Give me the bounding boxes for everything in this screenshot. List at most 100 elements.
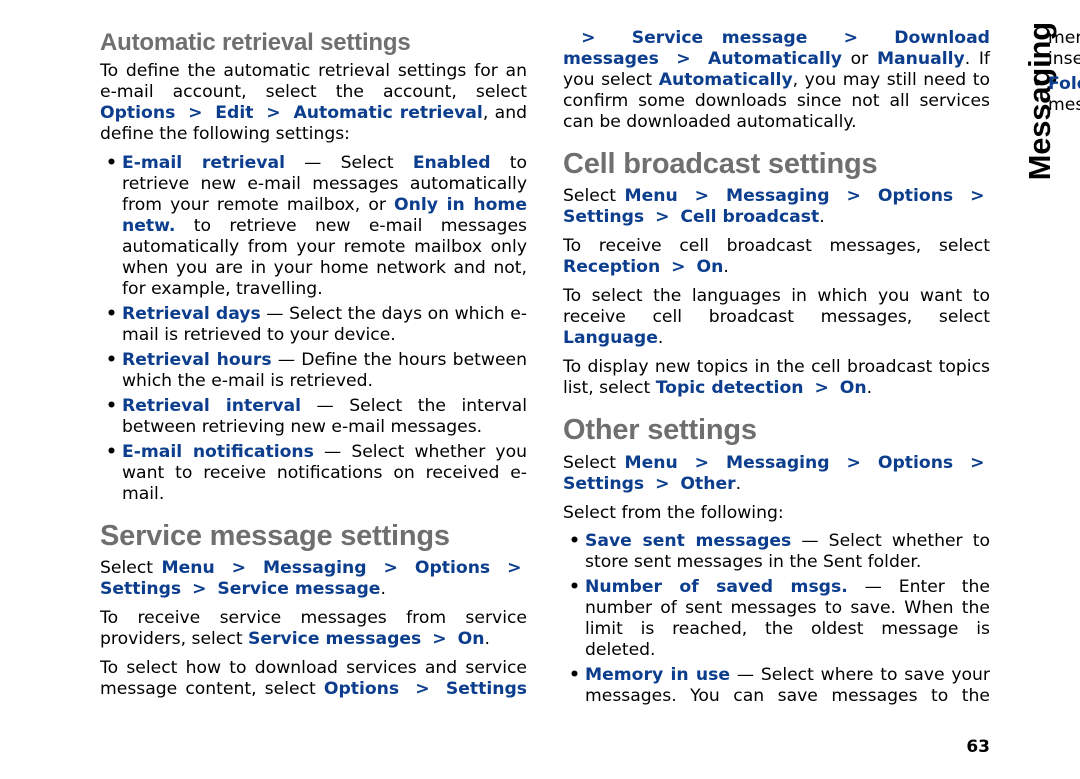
chevron-right-icon: > (266, 103, 280, 123)
cell-broadcast-label: Cell broadcast (680, 207, 819, 227)
term-retrieval-hours: Retrieval hours (122, 350, 272, 370)
chevron-right-icon: > (676, 49, 690, 69)
term-memory-in-use: Memory in use (585, 665, 730, 685)
service-message-label: Service message (632, 28, 808, 48)
chevron-right-icon: > (844, 28, 858, 48)
language-label: Language (563, 328, 658, 348)
chevron-right-icon: > (192, 579, 206, 599)
text: . (658, 328, 663, 348)
on-label: On (458, 629, 485, 649)
text: To receive cell broadcast messages, sele… (563, 236, 990, 256)
chevron-right-icon: > (847, 186, 861, 206)
chevron-right-icon: > (432, 629, 446, 649)
cell-nav: Select Menu > Messaging > Options > Sett… (563, 186, 990, 228)
term-folder-view: Folder view (1048, 74, 1080, 94)
list-item: E-mail notifications — Select whether yo… (100, 442, 527, 505)
settings-label: Settings (446, 679, 527, 699)
heading-automatic-retrieval: Automatic retrieval settings (100, 28, 527, 57)
chevron-right-icon: > (671, 257, 685, 277)
automatic-retrieval-label: Automatic retrieval (293, 103, 482, 123)
messaging-label: Messaging (726, 186, 830, 206)
chevron-right-icon: > (507, 558, 521, 578)
term-save-sent: Save sent messages (585, 531, 791, 551)
auto-intro: To define the automatic retrieval settin… (100, 61, 527, 145)
chevron-right-icon: > (384, 558, 398, 578)
options-label: Options (878, 186, 953, 206)
on-label: On (696, 257, 723, 277)
heading-service-messages: Service message settings (100, 519, 527, 554)
menu-label: Menu (162, 558, 215, 578)
auto-list: E-mail retrieval — Select Enabled to ret… (100, 153, 527, 505)
options-label: Options (415, 558, 490, 578)
list-item: Retrieval days — Select the days on whic… (100, 304, 527, 346)
list-item: Retrieval interval — Select the interval… (100, 396, 527, 438)
content-columns: Automatic retrieval settings To define t… (100, 28, 990, 710)
list-item: Save sent messages — Select whether to s… (563, 531, 990, 573)
text: Select (563, 453, 625, 473)
text: . (867, 378, 872, 398)
other-nav: Select Menu > Messaging > Options > Sett… (563, 453, 990, 495)
reception-label: Reception (563, 257, 660, 277)
chevron-right-icon: > (232, 558, 246, 578)
text: to retrieve new e-mail messages automati… (122, 216, 527, 299)
term-email-notifications: E-mail notifications (122, 442, 314, 462)
chevron-right-icon: > (415, 679, 429, 699)
chevron-right-icon: > (970, 453, 984, 473)
list-item: E-mail retrieval — Select Enabled to ret… (100, 153, 527, 300)
heading-other-settings: Other settings (563, 413, 990, 448)
text: . (484, 629, 489, 649)
text: Select (563, 186, 625, 206)
settings-label: Settings (563, 207, 644, 227)
heading-cell-broadcast: Cell broadcast settings (563, 147, 990, 182)
options-label: Options (324, 679, 399, 699)
service-messages-label: Service messages (248, 629, 421, 649)
page-number: 63 (966, 737, 990, 757)
chevron-right-icon: > (814, 378, 828, 398)
chevron-right-icon: > (188, 103, 202, 123)
text: Select (100, 558, 162, 578)
chevron-right-icon: > (847, 453, 861, 473)
text: or (842, 49, 877, 69)
topic-detection-label: Topic detection (656, 378, 804, 398)
term-email-retrieval: E-mail retrieval (122, 153, 285, 173)
automatically-label: Automatically (659, 70, 793, 90)
settings-label: Settings (100, 579, 181, 599)
list-item: Number of saved msgs. — Enter the number… (563, 577, 990, 661)
automatically-label: Automatically (708, 49, 842, 69)
messaging-label: Messaging (726, 453, 830, 473)
menu-label: Menu (625, 186, 678, 206)
other-select-from: Select from the following: (563, 503, 990, 524)
chevron-right-icon: > (581, 28, 595, 48)
edit-label: Edit (215, 103, 253, 123)
text: . (736, 474, 741, 494)
options-label: Options (878, 453, 953, 473)
chevron-right-icon: > (695, 453, 709, 473)
term-retrieval-days: Retrieval days (122, 304, 261, 324)
messaging-label: Messaging (263, 558, 367, 578)
service-receive: To receive service messages from service… (100, 608, 527, 650)
cell-topic: To display new topics in the cell broadc… (563, 357, 990, 399)
text: . (819, 207, 824, 227)
service-message-label: Service message (217, 579, 380, 599)
list-item: Folder view — Define how you want the me… (1026, 74, 1080, 116)
cell-lang: To select the languages in which you wan… (563, 286, 990, 349)
settings-label: Settings (563, 474, 644, 494)
other-label: Other (680, 474, 735, 494)
text: . (380, 579, 385, 599)
menu-label: Menu (625, 453, 678, 473)
service-nav: Select Menu > Messaging > Options > Sett… (100, 558, 527, 600)
text: . (723, 257, 728, 277)
text: To define the automatic retrieval settin… (100, 61, 527, 102)
cell-receive: To receive cell broadcast messages, sele… (563, 236, 990, 278)
enabled-label: Enabled (413, 153, 491, 173)
on-label: On (840, 378, 867, 398)
chevron-right-icon: > (695, 186, 709, 206)
text: To select the languages in which you wan… (563, 286, 990, 327)
chevron-right-icon: > (655, 207, 669, 227)
term-retrieval-interval: Retrieval interval (122, 396, 301, 416)
list-item: Retrieval hours — Define the hours betwe… (100, 350, 527, 392)
text: — Select (285, 153, 413, 173)
chevron-right-icon: > (970, 186, 984, 206)
options-label: Options (100, 103, 175, 123)
term-number-saved: Number of saved msgs. (585, 577, 848, 597)
